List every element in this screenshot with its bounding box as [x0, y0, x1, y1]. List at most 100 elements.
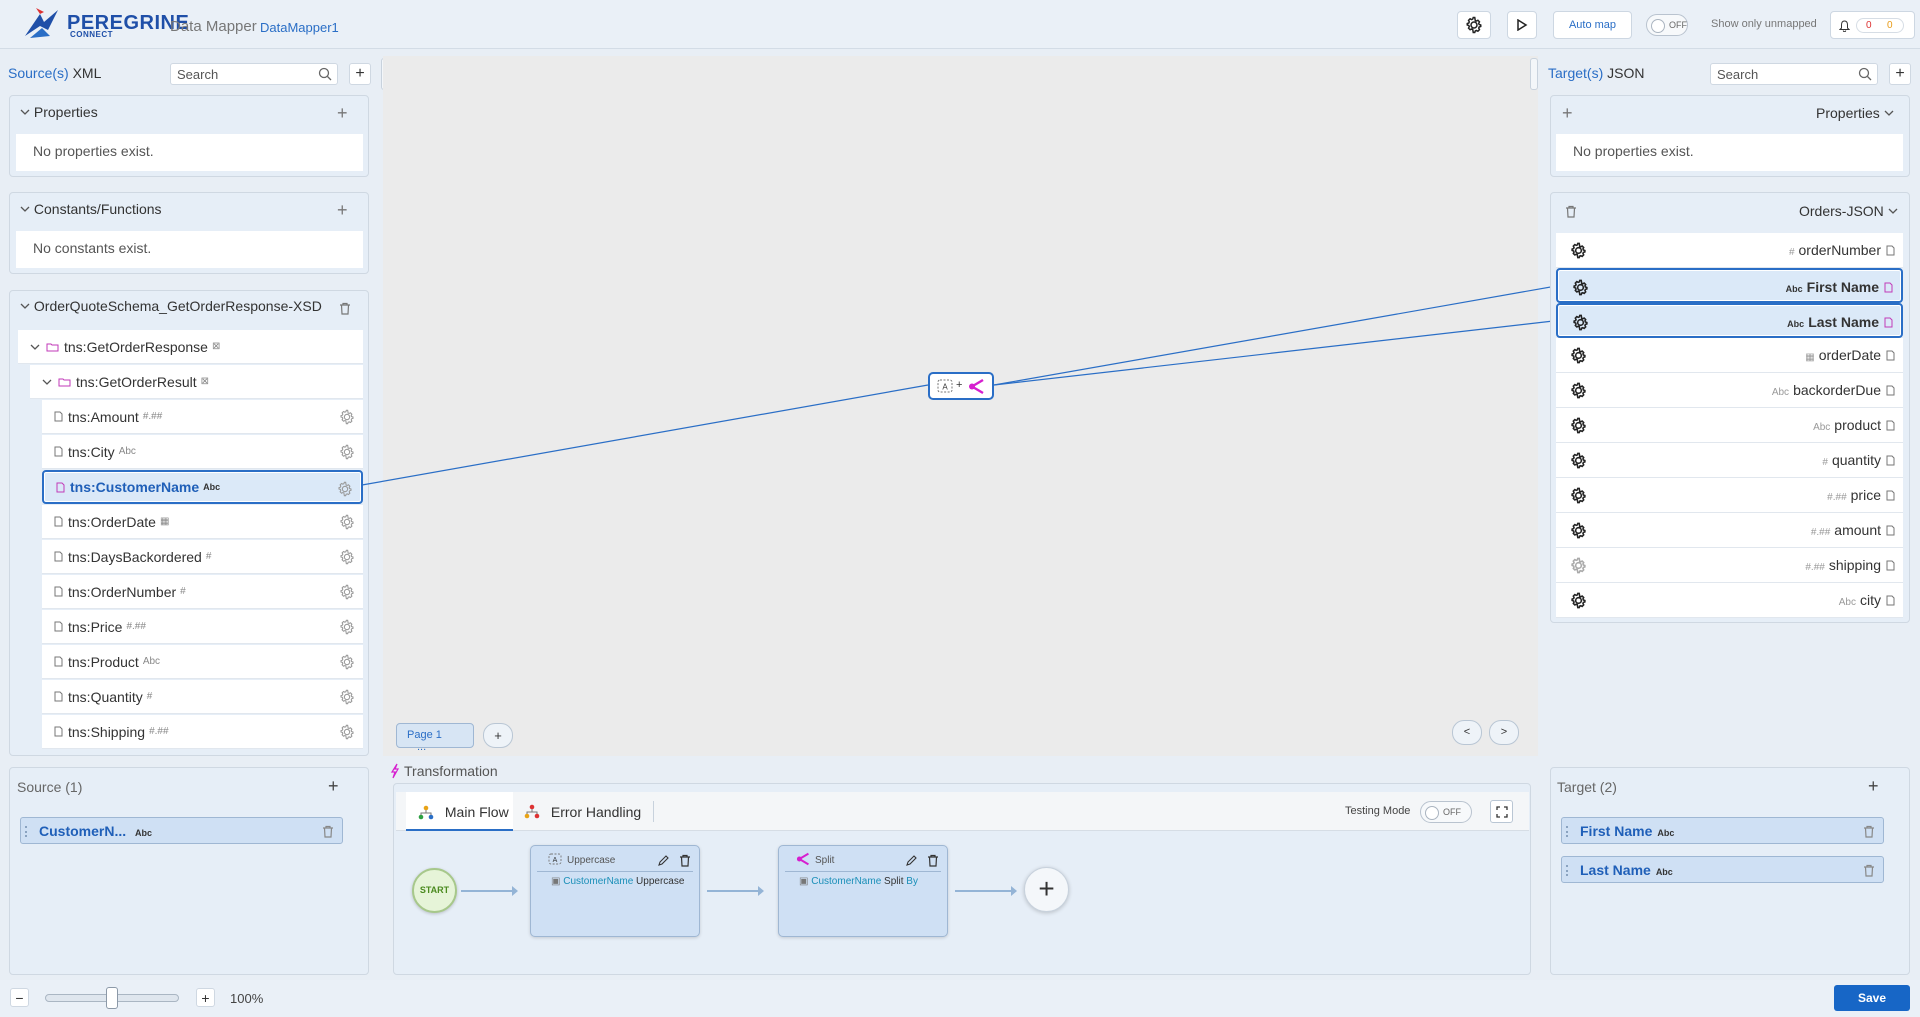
- gear-icon[interactable]: [339, 444, 355, 460]
- gear-icon[interactable]: [1570, 522, 1587, 539]
- run-button[interactable]: [1507, 11, 1537, 39]
- source-search-input[interactable]: Search: [170, 63, 338, 85]
- auto-map-button[interactable]: Auto map: [1553, 11, 1632, 39]
- trash-icon[interactable]: [679, 854, 691, 867]
- add-page-button[interactable]: +: [483, 723, 513, 748]
- target-panel-drag-handle[interactable]: [1530, 58, 1538, 90]
- gear-icon[interactable]: [339, 689, 355, 705]
- trash-icon[interactable]: [1863, 864, 1875, 877]
- add-source-property-button[interactable]: +: [337, 103, 348, 124]
- gear-icon[interactable]: [339, 409, 355, 425]
- add-step-button[interactable]: +: [1024, 867, 1069, 912]
- zoom-in-button[interactable]: +: [196, 988, 215, 1007]
- source-field-row[interactable]: tns:Shipping #.##: [42, 715, 363, 749]
- source-field-row[interactable]: tns:DaysBackordered #: [42, 540, 363, 574]
- gear-icon[interactable]: [1570, 347, 1587, 364]
- start-node[interactable]: START: [412, 868, 457, 913]
- add-constant-button[interactable]: +: [337, 200, 348, 221]
- gear-icon[interactable]: [339, 549, 355, 565]
- trash-icon[interactable]: [322, 825, 334, 838]
- settings-button[interactable]: [1457, 11, 1491, 39]
- tree-node-root[interactable]: tns:GetOrderResponse ⊠: [18, 330, 363, 364]
- source-chip[interactable]: CustomerN... Abc: [20, 817, 343, 844]
- edit-icon[interactable]: [905, 854, 918, 867]
- source-properties-header[interactable]: Properties: [20, 104, 98, 120]
- target-field-row[interactable]: #.## shipping: [1556, 548, 1903, 583]
- gear-icon[interactable]: [1570, 487, 1587, 504]
- target-field-row[interactable]: Abc First Name: [1556, 268, 1903, 303]
- target-chip[interactable]: First Name Abc: [1561, 817, 1884, 844]
- source-field-row[interactable]: tns:OrderNumber #: [42, 575, 363, 609]
- next-page-button[interactable]: >: [1489, 720, 1519, 745]
- folder-icon: [46, 343, 59, 351]
- gear-icon[interactable]: [1570, 417, 1587, 434]
- zoom-out-button[interactable]: −: [10, 988, 29, 1007]
- gear-icon[interactable]: [1570, 382, 1587, 399]
- gear-icon[interactable]: [1570, 557, 1587, 574]
- target-schema-header[interactable]: Orders-JSON: [1799, 203, 1898, 219]
- target-field-row[interactable]: #.## price: [1556, 478, 1903, 513]
- target-field-row[interactable]: Abc product: [1556, 408, 1903, 443]
- trash-icon[interactable]: [1565, 205, 1577, 218]
- tab-main-flow[interactable]: Main Flow: [406, 792, 513, 831]
- source-field-row[interactable]: tns:Amount #.##: [42, 400, 363, 434]
- constants-header[interactable]: Constants/Functions: [20, 201, 162, 217]
- source-field-row[interactable]: tns:CustomerName Abc: [42, 470, 363, 504]
- source-field-row[interactable]: tns:OrderDate ▦: [42, 505, 363, 539]
- target-field-row[interactable]: Abc city: [1556, 583, 1903, 618]
- add-target-button[interactable]: +: [1889, 63, 1911, 85]
- gear-icon[interactable]: [339, 724, 355, 740]
- uppercase-step[interactable]: A Uppercase ▣ CustomerName Uppercase: [530, 845, 700, 937]
- drag-grip-icon[interactable]: [25, 826, 28, 837]
- gear-icon[interactable]: [339, 654, 355, 670]
- gear-icon[interactable]: [1570, 592, 1587, 609]
- target-chip[interactable]: Last Name Abc: [1561, 856, 1884, 883]
- testing-mode-toggle[interactable]: OFF: [1420, 801, 1472, 823]
- page-more-icon[interactable]: ...: [417, 741, 426, 753]
- add-bottom-source-button[interactable]: +: [328, 776, 339, 797]
- document-name[interactable]: DataMapper1: [260, 20, 339, 35]
- source-field-row[interactable]: tns:Quantity #: [42, 680, 363, 714]
- zoom-slider-thumb[interactable]: [106, 987, 118, 1009]
- edit-icon[interactable]: [657, 854, 670, 867]
- target-field-row[interactable]: Abc backorderDue: [1556, 373, 1903, 408]
- trash-icon[interactable]: [339, 302, 351, 315]
- previous-page-button[interactable]: <: [1452, 720, 1482, 745]
- split-step[interactable]: Split ▣ CustomerName Split By: [778, 845, 948, 937]
- target-search-input[interactable]: Search: [1710, 63, 1878, 85]
- source-field-row[interactable]: tns:City Abc: [42, 435, 363, 469]
- gear-icon[interactable]: [1572, 279, 1589, 296]
- target-field-row[interactable]: # quantity: [1556, 443, 1903, 478]
- drag-grip-icon[interactable]: [1566, 826, 1569, 837]
- add-source-button[interactable]: +: [349, 63, 371, 85]
- gear-icon[interactable]: [337, 481, 353, 497]
- source-field-row[interactable]: tns:Price #.##: [42, 610, 363, 644]
- target-properties-header[interactable]: Properties: [1816, 105, 1894, 121]
- target-field-row[interactable]: # orderNumber: [1556, 233, 1903, 268]
- gear-icon[interactable]: [1570, 452, 1587, 469]
- source-schema-header[interactable]: OrderQuoteSchema_GetOrderResponse-XSD: [20, 298, 322, 314]
- gear-icon[interactable]: [1572, 314, 1589, 331]
- drag-grip-icon[interactable]: [1566, 865, 1569, 876]
- gear-icon[interactable]: [339, 514, 355, 530]
- trash-icon[interactable]: [1863, 825, 1875, 838]
- gear-icon[interactable]: [339, 619, 355, 635]
- trash-icon[interactable]: [927, 854, 939, 867]
- add-target-property-button[interactable]: +: [1562, 103, 1573, 124]
- notifications-button[interactable]: 0 0: [1830, 11, 1915, 39]
- source-field-row[interactable]: tns:Product Abc: [42, 645, 363, 679]
- tree-node-child[interactable]: tns:GetOrderResult ⊠: [30, 365, 363, 399]
- show-unmapped-toggle[interactable]: OFF: [1646, 14, 1688, 36]
- tab-error-handling[interactable]: Error Handling: [524, 792, 654, 831]
- target-field-row[interactable]: Abc Last Name: [1556, 303, 1903, 338]
- mapping-transform-node[interactable]: A +: [928, 372, 994, 400]
- save-button[interactable]: Save: [1834, 985, 1910, 1011]
- gear-icon[interactable]: [1570, 242, 1587, 259]
- mapping-canvas[interactable]: [383, 56, 1538, 756]
- add-bottom-target-button[interactable]: +: [1868, 776, 1879, 797]
- target-field-row[interactable]: #.## amount: [1556, 513, 1903, 548]
- gear-icon[interactable]: [339, 584, 355, 600]
- target-field-row[interactable]: ▦ orderDate: [1556, 338, 1903, 373]
- fullscreen-button[interactable]: [1490, 800, 1513, 823]
- page-tab[interactable]: Page 1 ...: [396, 723, 474, 753]
